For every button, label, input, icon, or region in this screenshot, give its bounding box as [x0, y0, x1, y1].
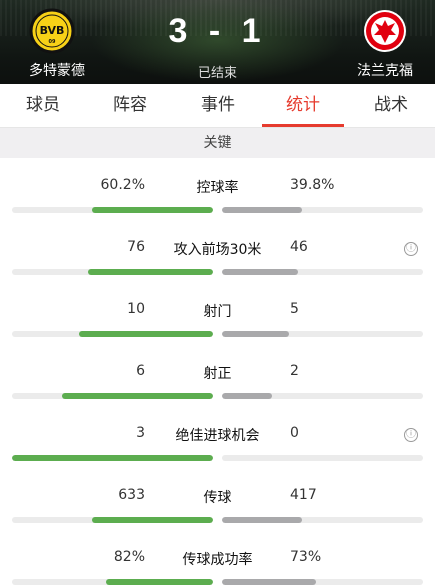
away-value: 5 — [290, 301, 299, 317]
home-value: 6 — [136, 363, 145, 379]
home-bar — [12, 455, 213, 461]
home-bar — [91, 517, 213, 523]
away-bar-track — [222, 393, 423, 399]
section-header: 关键 — [0, 128, 435, 158]
home-value: 3 — [136, 425, 145, 441]
home-value: 10 — [127, 301, 145, 317]
away-value: 2 — [290, 363, 299, 379]
tab-bar: 球员 阵容 事件 统计 战术 — [0, 84, 435, 128]
away-bar-track — [222, 269, 423, 275]
home-bar-track — [12, 579, 213, 585]
home-bar — [78, 331, 213, 337]
away-bar-track — [222, 455, 423, 461]
stat-row-pass-accuracy: 82% 传球成功率 73% — [0, 542, 435, 587]
home-bar-track — [12, 517, 213, 523]
stat-label: 传球成功率 — [182, 552, 253, 568]
away-value: 39.8% — [290, 177, 335, 193]
info-icon[interactable]: ⓘ — [404, 428, 418, 442]
stat-row-shots: 10 射门 5 — [0, 294, 435, 356]
away-bar — [222, 393, 273, 399]
away-team-name[interactable]: 法兰克福 — [345, 60, 425, 80]
home-value: 60.2% — [100, 177, 145, 193]
tab-tactics[interactable]: 战术 — [356, 84, 426, 128]
home-bar — [88, 269, 213, 275]
away-bar — [222, 517, 302, 523]
tab-players[interactable]: 球员 — [8, 84, 78, 128]
stat-row-passes: 633 传球 417 — [0, 480, 435, 542]
away-bar-track — [222, 207, 423, 213]
away-value: 73% — [290, 549, 322, 565]
home-bar-track — [12, 207, 213, 213]
stat-label: 射门 — [203, 304, 232, 320]
away-value: 0 — [290, 425, 299, 441]
stat-label: 控球率 — [196, 180, 239, 196]
home-bar-track — [12, 393, 213, 399]
away-bar — [222, 207, 302, 213]
home-value: 76 — [127, 239, 145, 255]
active-tab-indicator — [262, 124, 344, 127]
away-value: 46 — [290, 239, 308, 255]
tab-events[interactable]: 事件 — [183, 84, 253, 128]
info-icon[interactable]: ⓘ — [404, 242, 418, 256]
home-bar — [92, 207, 213, 213]
away-bar — [222, 269, 299, 275]
home-bar-track — [12, 269, 213, 275]
home-bar-track — [12, 331, 213, 337]
tab-stats[interactable]: 统计 — [268, 84, 338, 128]
stat-label: 传球 — [203, 490, 232, 506]
stat-row-possession: 60.2% 控球率 39.8% — [0, 170, 435, 232]
match-header: BVB 09 多特蒙德 3 - 1 已结束 法兰克福 — [0, 0, 435, 84]
away-bar-track — [222, 517, 423, 523]
stat-row-big-chances: 3 绝佳进球机会 0 ⓘ — [0, 418, 435, 480]
frankfurt-logo — [364, 10, 406, 52]
home-bar-track — [12, 455, 213, 461]
home-value: 633 — [118, 487, 145, 503]
away-bar-track — [222, 579, 423, 585]
away-bar — [222, 579, 317, 585]
home-bar — [62, 393, 213, 399]
stat-label: 射正 — [203, 366, 232, 382]
stat-label: 绝佳进球机会 — [175, 428, 260, 444]
stat-row-shots-on-target: 6 射正 2 — [0, 356, 435, 418]
home-value: 82% — [113, 549, 145, 565]
away-bar-track — [222, 331, 423, 337]
away-bar — [222, 331, 289, 337]
stat-row-final-third-entries: 76 攻入前场30米 46 ⓘ — [0, 232, 435, 294]
tab-lineup[interactable]: 阵容 — [95, 84, 165, 128]
away-value: 417 — [290, 487, 317, 503]
stat-label: 攻入前场30米 — [173, 242, 262, 258]
home-bar — [106, 579, 213, 585]
